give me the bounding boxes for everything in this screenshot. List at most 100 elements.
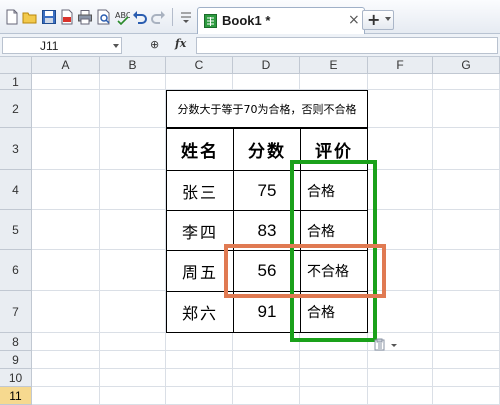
column-header-e[interactable]: E bbox=[300, 57, 368, 74]
grid-cell[interactable] bbox=[368, 351, 433, 369]
name-box[interactable]: J11 bbox=[2, 37, 122, 54]
customize-icon[interactable] bbox=[178, 9, 194, 25]
column-header-c[interactable]: C bbox=[166, 57, 233, 74]
row-header-8[interactable]: 8 bbox=[0, 333, 32, 351]
table-name-cell[interactable]: 张三 bbox=[166, 170, 234, 211]
chevron-down-icon[interactable] bbox=[113, 44, 119, 48]
row-header-3[interactable]: 3 bbox=[0, 128, 32, 170]
grid-cell[interactable] bbox=[233, 369, 300, 387]
column-header-g[interactable]: G bbox=[433, 57, 500, 74]
toolbar: ABC Book1 * × + bbox=[0, 0, 500, 34]
grid-cell[interactable] bbox=[433, 333, 500, 351]
grid-cell[interactable] bbox=[100, 170, 166, 210]
grid-cell[interactable] bbox=[368, 128, 433, 170]
paste-options-icon[interactable] bbox=[374, 338, 398, 352]
grid-cell[interactable] bbox=[100, 351, 166, 369]
select-all-corner[interactable] bbox=[0, 57, 32, 74]
grid-cell[interactable] bbox=[433, 74, 500, 90]
grid-cell[interactable] bbox=[32, 291, 100, 333]
grid-cell[interactable] bbox=[100, 333, 166, 351]
grid-cell[interactable] bbox=[433, 90, 500, 128]
spellcheck-icon[interactable]: ABC bbox=[114, 9, 130, 25]
column-header-a[interactable]: A bbox=[32, 57, 100, 74]
tab-book1[interactable]: Book1 * × bbox=[197, 7, 365, 34]
grid-cell[interactable] bbox=[368, 387, 433, 405]
grid-cell[interactable] bbox=[32, 351, 100, 369]
grid-cell[interactable] bbox=[433, 170, 500, 210]
grid-cell[interactable] bbox=[166, 333, 233, 351]
row-header-5[interactable]: 5 bbox=[0, 210, 32, 250]
grid-cell[interactable] bbox=[32, 170, 100, 210]
open-folder-icon[interactable] bbox=[22, 9, 38, 25]
grid-cell[interactable] bbox=[368, 170, 433, 210]
grid-cell[interactable] bbox=[32, 387, 100, 405]
grid-cell[interactable] bbox=[368, 90, 433, 128]
grid-cell[interactable] bbox=[368, 369, 433, 387]
grid-cell[interactable] bbox=[166, 351, 233, 369]
row-header-11[interactable]: 11 bbox=[0, 387, 32, 405]
grid-cell[interactable] bbox=[433, 250, 500, 291]
grid-cell[interactable] bbox=[100, 387, 166, 405]
grid-cell[interactable] bbox=[233, 351, 300, 369]
grid-cell[interactable] bbox=[300, 74, 368, 90]
orange-highlight-box bbox=[224, 244, 386, 298]
grid-cell[interactable] bbox=[32, 128, 100, 170]
close-icon[interactable]: × bbox=[348, 12, 360, 28]
grid-cell[interactable] bbox=[166, 74, 233, 90]
column-header-f[interactable]: F bbox=[368, 57, 433, 74]
grid-cell[interactable] bbox=[233, 387, 300, 405]
grid-cell[interactable] bbox=[233, 74, 300, 90]
grid-cell[interactable] bbox=[368, 74, 433, 90]
formula-bar: J11 ⊕ fx bbox=[0, 34, 500, 57]
new-tab-button[interactable]: + bbox=[362, 10, 394, 30]
formula-input[interactable] bbox=[196, 37, 498, 54]
grid-cell[interactable] bbox=[166, 387, 233, 405]
grid-cell[interactable] bbox=[100, 291, 166, 333]
grid-cell[interactable] bbox=[433, 291, 500, 333]
row-header-7[interactable]: 7 bbox=[0, 291, 32, 333]
grid-cell[interactable] bbox=[166, 369, 233, 387]
zoom-icon[interactable]: ⊕ bbox=[150, 38, 159, 51]
header-name-cell[interactable]: 姓名 bbox=[166, 128, 234, 171]
plus-icon: + bbox=[367, 10, 381, 29]
row-header-1[interactable]: 1 bbox=[0, 74, 32, 90]
undo-icon[interactable] bbox=[132, 9, 148, 25]
grid-cell[interactable] bbox=[32, 369, 100, 387]
print-preview-icon[interactable] bbox=[96, 9, 112, 25]
grid-cell[interactable] bbox=[100, 128, 166, 170]
table-title-cell[interactable]: 分数大于等于70为合格，否则不合格 bbox=[166, 90, 368, 128]
column-header-b[interactable]: B bbox=[100, 57, 166, 74]
grid-cell[interactable] bbox=[32, 333, 100, 351]
grid-cell[interactable] bbox=[433, 369, 500, 387]
insert-function-button[interactable]: fx bbox=[175, 37, 186, 50]
save-icon[interactable] bbox=[41, 9, 57, 25]
grid-cell[interactable] bbox=[32, 210, 100, 250]
grid-cell[interactable] bbox=[32, 250, 100, 291]
redo-icon[interactable] bbox=[150, 9, 166, 25]
grid-cell[interactable] bbox=[433, 128, 500, 170]
grid-cell[interactable] bbox=[100, 369, 166, 387]
grid-cell[interactable] bbox=[100, 250, 166, 291]
row-header-6[interactable]: 6 bbox=[0, 250, 32, 291]
chevron-down-icon[interactable] bbox=[385, 17, 391, 21]
spreadsheet-icon bbox=[204, 14, 217, 28]
grid-cell[interactable] bbox=[300, 387, 368, 405]
grid-cell[interactable] bbox=[300, 369, 368, 387]
column-header-d[interactable]: D bbox=[233, 57, 300, 74]
grid-cell[interactable] bbox=[32, 74, 100, 90]
grid-cell[interactable] bbox=[433, 387, 500, 405]
row-header-10[interactable]: 10 bbox=[0, 369, 32, 387]
grid-cell[interactable] bbox=[300, 351, 368, 369]
grid-cell[interactable] bbox=[100, 90, 166, 128]
new-file-icon[interactable] bbox=[4, 9, 20, 25]
grid-cell[interactable] bbox=[32, 90, 100, 128]
row-header-4[interactable]: 4 bbox=[0, 170, 32, 210]
print-icon[interactable] bbox=[77, 9, 93, 25]
export-pdf-icon[interactable] bbox=[59, 9, 75, 25]
grid-cell[interactable] bbox=[433, 210, 500, 250]
row-header-9[interactable]: 9 bbox=[0, 351, 32, 369]
grid-cell[interactable] bbox=[100, 210, 166, 250]
grid-cell[interactable] bbox=[100, 74, 166, 90]
row-header-2[interactable]: 2 bbox=[0, 90, 32, 128]
grid-cell[interactable] bbox=[433, 351, 500, 369]
